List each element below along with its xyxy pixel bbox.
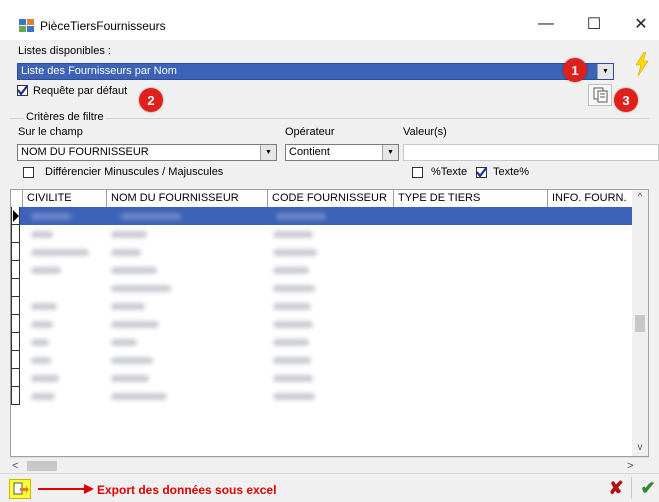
row-selector-current[interactable] bbox=[11, 207, 20, 225]
export-label: Export des données sous excel bbox=[97, 483, 277, 497]
lists-select[interactable]: Liste des Fournisseurs par Nom ▼ bbox=[17, 63, 614, 80]
values-input[interactable] bbox=[403, 144, 659, 161]
table-row[interactable] bbox=[11, 315, 633, 333]
results-grid[interactable]: CIVILITE NOM DU FOURNISSEUR CODE FOURNIS… bbox=[10, 189, 649, 457]
export-excel-icon bbox=[13, 482, 29, 495]
confirm-icon[interactable]: ✔ bbox=[637, 477, 659, 499]
row-selector[interactable] bbox=[11, 351, 20, 369]
operator-label: Opérateur bbox=[285, 126, 335, 138]
case-sensitive-label: Différencier Minuscules / Majuscules bbox=[45, 166, 224, 178]
row-header-corner bbox=[11, 190, 23, 207]
table-row[interactable] bbox=[11, 333, 633, 351]
row-selector[interactable] bbox=[11, 333, 20, 351]
cancel-icon[interactable]: ✘ bbox=[605, 477, 627, 499]
table-row[interactable] bbox=[11, 387, 633, 405]
row-selector[interactable] bbox=[11, 243, 20, 261]
row-selector[interactable] bbox=[11, 369, 20, 387]
col-header-nom-fournisseur[interactable]: NOM DU FOURNISSEUR bbox=[107, 190, 268, 207]
col-header-code-fournisseur[interactable]: CODE FOURNISSEUR bbox=[268, 190, 394, 207]
values-label: Valeur(s) bbox=[403, 126, 447, 138]
row-selector[interactable] bbox=[11, 315, 20, 333]
table-row[interactable] bbox=[11, 243, 633, 261]
table-row[interactable] bbox=[11, 351, 633, 369]
minimize-button[interactable]: — bbox=[529, 10, 563, 38]
text-pct-label: Texte% bbox=[493, 166, 530, 178]
vertical-scroll-thumb[interactable] bbox=[635, 315, 645, 332]
field-label: Sur le champ bbox=[18, 126, 83, 138]
chevron-down-icon[interactable]: ▼ bbox=[382, 145, 398, 160]
horizontal-scroll-thumb[interactable] bbox=[27, 461, 57, 471]
operator-select[interactable]: Contient ▼ bbox=[285, 144, 399, 161]
window-title: PièceTiersFournisseurs bbox=[40, 19, 166, 33]
badge-3: 3 bbox=[614, 88, 638, 112]
text-pct-checkbox[interactable] bbox=[476, 167, 487, 178]
horizontal-scrollbar[interactable]: < > bbox=[10, 457, 649, 474]
pct-text-label: %Texte bbox=[431, 166, 468, 178]
maximize-button[interactable]: ☐ bbox=[577, 10, 611, 38]
table-row[interactable] bbox=[11, 279, 633, 297]
filter-group-border bbox=[10, 118, 649, 119]
row-selector[interactable] bbox=[11, 261, 20, 279]
badge-2: 2 bbox=[139, 88, 163, 112]
col-header-info-fourn[interactable]: INFO. FOURN. bbox=[548, 190, 634, 207]
row-selector[interactable] bbox=[11, 387, 20, 405]
scroll-right-icon[interactable]: > bbox=[627, 458, 641, 474]
copy-query-icon bbox=[593, 87, 608, 103]
export-excel-button[interactable] bbox=[9, 479, 31, 499]
field-select[interactable]: NOM DU FOURNISSEUR ▼ bbox=[17, 144, 277, 161]
row-selector[interactable] bbox=[11, 297, 20, 315]
col-header-civilite[interactable]: CIVILITE bbox=[23, 190, 107, 207]
scroll-up-icon[interactable]: ^ bbox=[632, 190, 648, 206]
table-row[interactable] bbox=[11, 225, 633, 243]
operator-select-value: Contient bbox=[289, 146, 330, 158]
default-query-label: Requête par défaut bbox=[33, 85, 128, 97]
row-selector[interactable] bbox=[11, 279, 20, 297]
arrow-right-icon bbox=[36, 482, 96, 499]
filter-group-label: Critères de filtre bbox=[24, 111, 106, 123]
row-selector[interactable] bbox=[11, 225, 20, 243]
case-sensitive-checkbox[interactable] bbox=[23, 167, 34, 178]
footer-divider bbox=[631, 477, 632, 499]
table-row[interactable] bbox=[11, 297, 633, 315]
copy-query-button[interactable] bbox=[588, 84, 612, 106]
table-row[interactable] bbox=[11, 261, 633, 279]
close-button[interactable]: ✕ bbox=[624, 10, 658, 38]
lists-label: Listes disponibles : bbox=[18, 45, 111, 57]
vertical-scrollbar[interactable]: ^ v bbox=[632, 190, 648, 456]
app-icon bbox=[19, 18, 34, 33]
chevron-down-icon[interactable]: ▼ bbox=[597, 64, 613, 79]
badge-1: 1 bbox=[563, 58, 587, 82]
field-select-value: NOM DU FOURNISSEUR bbox=[21, 146, 149, 158]
col-header-type-tiers[interactable]: TYPE DE TIERS bbox=[394, 190, 548, 207]
lists-select-value: Liste des Fournisseurs par Nom bbox=[21, 65, 177, 77]
scroll-left-icon[interactable]: < bbox=[12, 458, 26, 474]
lightning-icon[interactable] bbox=[634, 51, 650, 79]
chevron-down-icon[interactable]: ▼ bbox=[260, 145, 276, 160]
scroll-down-icon[interactable]: v bbox=[632, 440, 648, 456]
pct-text-checkbox[interactable] bbox=[412, 167, 423, 178]
table-row[interactable] bbox=[11, 369, 633, 387]
default-query-checkbox[interactable] bbox=[17, 85, 28, 96]
table-row-selected[interactable] bbox=[11, 207, 633, 225]
